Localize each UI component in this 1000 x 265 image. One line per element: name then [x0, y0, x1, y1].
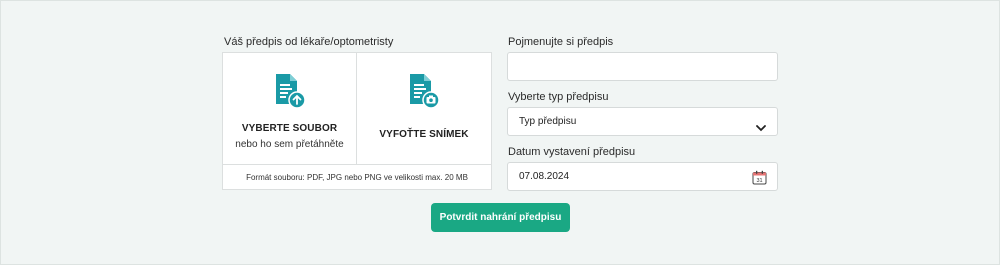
issue-date-value: 07.08.2024	[519, 171, 570, 182]
prescription-type-value: Typ předpisu	[519, 116, 577, 127]
select-file-option[interactable]: VYBERTE SOUBOR nebo ho sem přetáhněte	[223, 53, 357, 164]
date-label: Datum vystavení předpisu	[508, 146, 636, 158]
chevron-down-icon	[755, 117, 767, 144]
select-file-title: VYBERTE SOUBOR	[241, 123, 338, 134]
upload-box: VYBERTE SOUBOR nebo ho sem přetáhněte VY…	[222, 52, 492, 190]
document-camera-icon	[407, 73, 441, 114]
type-label: Vyberte typ předpisu	[508, 91, 609, 103]
file-format-note: Formát souboru: PDF, JPG nebo PNG ve vel…	[223, 164, 491, 190]
calendar-icon[interactable]: 31	[752, 169, 767, 196]
take-photo-title: VYFOŤTE SNÍMEK	[379, 129, 469, 140]
confirm-upload-button[interactable]: Potvrdit nahrání předpisu	[431, 203, 570, 232]
upload-heading: Váš předpis od lékaře/optometristy	[224, 36, 394, 48]
take-photo-option[interactable]: VYFOŤTE SNÍMEK	[357, 53, 491, 164]
issue-date-input[interactable]: 07.08.2024 31	[507, 162, 778, 191]
prescription-name-input[interactable]	[507, 52, 778, 81]
calendar-day: 31	[756, 178, 762, 184]
name-label: Pojmenujte si předpis	[508, 36, 614, 48]
prescription-type-select[interactable]: Typ předpisu	[507, 107, 778, 136]
document-upload-icon	[273, 73, 307, 114]
select-file-subtitle: nebo ho sem přetáhněte	[235, 139, 344, 150]
